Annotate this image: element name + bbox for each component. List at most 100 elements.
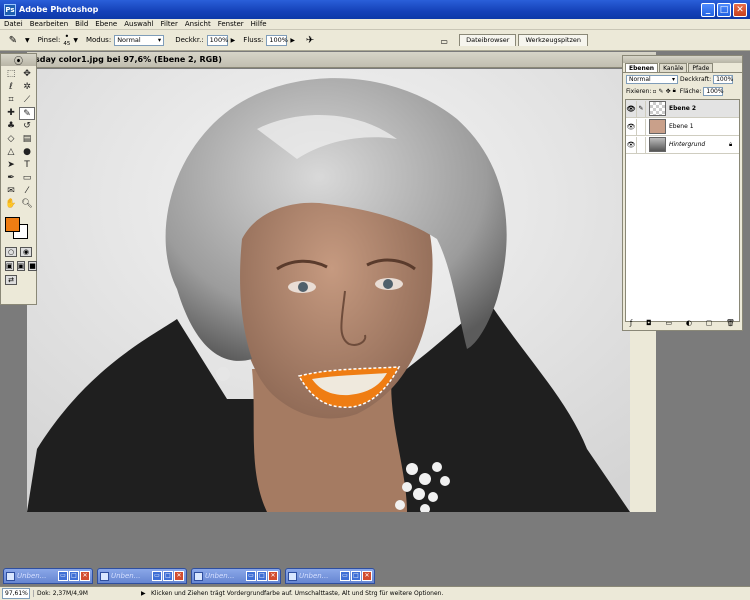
type-tool-icon[interactable]: T — [19, 159, 35, 172]
link-icon[interactable] — [636, 136, 646, 153]
close-button[interactable]: ✕ — [268, 571, 278, 581]
opacity-input[interactable]: 100% — [206, 34, 228, 46]
document-icon — [6, 571, 15, 581]
eye-icon[interactable]: 👁︎ — [626, 123, 636, 131]
layer-style-icon[interactable]: ƒ — [630, 319, 632, 327]
eraser-tool-icon[interactable]: ◇ — [3, 133, 19, 146]
maximize-button[interactable]: □ — [257, 571, 267, 581]
shape-tool-icon[interactable]: ▭ — [19, 172, 35, 185]
tab-pfade[interactable]: Pfade — [688, 63, 714, 72]
delete-layer-icon[interactable]: 🗑︎ — [726, 319, 735, 327]
zoom-tool-icon[interactable]: 🔍︎ — [19, 198, 35, 211]
foreground-color-swatch[interactable] — [5, 217, 20, 232]
zoom-input[interactable]: 97,61% — [2, 588, 30, 599]
menu-datei[interactable]: Datei — [4, 20, 23, 28]
minimize-button[interactable]: _ — [701, 2, 715, 17]
notes-tool-icon[interactable]: ✉ — [3, 185, 19, 198]
menu-bild[interactable]: Bild — [75, 20, 88, 28]
minimized-document[interactable]: Unben... ▭ □ ✕ — [97, 568, 187, 584]
new-set-icon[interactable]: ▭ — [665, 319, 672, 327]
menu-bearbeiten[interactable]: Bearbeiten — [30, 20, 68, 28]
eye-icon[interactable]: 👁︎ — [626, 105, 636, 113]
magic-wand-tool-icon[interactable]: ✲ — [19, 81, 35, 94]
menu-fenster[interactable]: Fenster — [218, 20, 244, 28]
move-tool-icon[interactable]: ✥ — [19, 68, 35, 81]
airbrush-icon[interactable]: ✈ — [303, 33, 317, 47]
layer-row[interactable]: 👁︎ ✎ Ebene 2 — [626, 100, 739, 118]
brush-icon[interactable]: ✎ — [636, 100, 646, 117]
maximize-button[interactable]: □ — [351, 571, 361, 581]
minimized-document[interactable]: Unben... ▭ □ ✕ — [191, 568, 281, 584]
maximize-button[interactable]: □ — [717, 2, 731, 17]
restore-button[interactable]: ▭ — [58, 571, 68, 581]
lasso-tool-icon[interactable]: ℓ — [3, 81, 19, 94]
menu-hilfe[interactable]: Hilfe — [251, 20, 267, 28]
clone-stamp-tool-icon[interactable]: ♣ — [3, 120, 19, 133]
menu-ansicht[interactable]: Ansicht — [185, 20, 211, 28]
new-layer-icon[interactable]: ▢ — [706, 319, 713, 327]
close-button[interactable]: ✕ — [80, 571, 90, 581]
eyedropper-tool-icon[interactable]: ⁄ — [19, 185, 35, 198]
preset-dropdown-arrow[interactable]: ▼ — [25, 37, 30, 44]
blur-tool-icon[interactable]: △ — [3, 146, 19, 159]
menu-filter[interactable]: Filter — [161, 20, 178, 28]
fill-input[interactable]: 100% — [703, 86, 724, 96]
restore-button[interactable]: ▭ — [246, 571, 256, 581]
brush-dropdown-arrow[interactable]: ▼ — [73, 37, 78, 44]
path-selection-tool-icon[interactable]: ➤ — [3, 159, 19, 172]
title-bar: Ps Adobe Photoshop _ □ ✕ — [0, 0, 750, 19]
minimized-document[interactable]: Unben... ▭ □ ✕ — [3, 568, 93, 584]
tab-dateibrowser[interactable]: Dateibrowser — [459, 34, 517, 46]
marquee-tool-icon[interactable]: ⬚ — [3, 68, 19, 81]
jump-to-imageready-icon[interactable]: ⇄ — [5, 275, 17, 285]
image-canvas[interactable] — [27, 69, 630, 512]
brush-tool-icon[interactable]: ✎ — [19, 107, 35, 120]
lock-transparency-icon[interactable]: ▫ — [652, 88, 656, 95]
brush-preset-icon[interactable]: ✎ — [6, 33, 20, 47]
opacity-slider-arrow[interactable]: ▶ — [231, 37, 236, 44]
standard-mode-icon[interactable]: ○ — [5, 247, 17, 257]
brush-tip-icon[interactable]: • — [64, 33, 69, 41]
pen-tool-icon[interactable]: ✒ — [3, 172, 19, 185]
flow-slider-arrow[interactable]: ▶ — [290, 37, 295, 44]
lock-paint-icon[interactable]: ✎ — [659, 88, 664, 95]
maximize-button[interactable]: □ — [163, 571, 173, 581]
menu-auswahl[interactable]: Auswahl — [124, 20, 153, 28]
adjustment-layer-icon[interactable]: ◐ — [686, 319, 692, 327]
tab-kanaele[interactable]: Kanäle — [659, 63, 688, 72]
mode-select[interactable]: Normal ▾ — [114, 34, 165, 46]
hand-tool-icon[interactable]: ✋ — [3, 198, 19, 211]
menu-ebene[interactable]: Ebene — [95, 20, 117, 28]
history-brush-tool-icon[interactable]: ↺ — [19, 120, 35, 133]
close-button[interactable]: ✕ — [362, 571, 372, 581]
screen-mode-menu-icon[interactable]: ▣ — [16, 261, 26, 271]
screen-mode-full-icon[interactable]: ■ — [28, 261, 37, 271]
restore-button[interactable]: ▭ — [152, 571, 162, 581]
close-button[interactable]: ✕ — [733, 2, 747, 17]
flow-input[interactable]: 100% — [266, 34, 288, 46]
crop-tool-icon[interactable]: ⌗ — [3, 94, 19, 107]
link-icon[interactable] — [636, 118, 646, 135]
slice-tool-icon[interactable]: ⟋ — [19, 94, 35, 107]
eye-icon[interactable]: 👁︎ — [626, 141, 636, 149]
restore-button[interactable]: ▭ — [340, 571, 350, 581]
screen-mode-standard-icon[interactable]: ▣ — [5, 261, 14, 271]
maximize-button[interactable]: □ — [69, 571, 79, 581]
quick-mask-icon[interactable]: ◉ — [20, 247, 32, 257]
blend-mode-select[interactable]: Normal ▾ — [626, 74, 678, 84]
gradient-tool-icon[interactable]: ▤ — [19, 133, 35, 146]
tab-ebenen[interactable]: Ebenen — [625, 63, 659, 72]
lock-all-icon[interactable]: 🔒︎ — [673, 87, 676, 95]
close-button[interactable]: ✕ — [174, 571, 184, 581]
layer-mask-icon[interactable]: ◘ — [646, 319, 652, 327]
minimized-document[interactable]: Unben... ▭ □ ✕ — [285, 568, 375, 584]
dodge-tool-icon[interactable]: ● — [19, 146, 35, 159]
layer-row[interactable]: 👁︎ Hintergrund 🔒︎ — [626, 136, 739, 154]
palette-well-icon[interactable]: ▭ — [439, 36, 449, 46]
status-menu-arrow-icon[interactable]: ▶ — [141, 590, 151, 597]
lock-move-icon[interactable]: ✥ — [666, 88, 671, 95]
healing-brush-tool-icon[interactable]: ✚ — [3, 107, 19, 120]
layer-row[interactable]: 👁︎ Ebene 1 — [626, 118, 739, 136]
layer-opacity-input[interactable]: 100% — [713, 74, 733, 84]
tab-werkzeugspitzen[interactable]: Werkzeugspitzen — [518, 34, 588, 46]
